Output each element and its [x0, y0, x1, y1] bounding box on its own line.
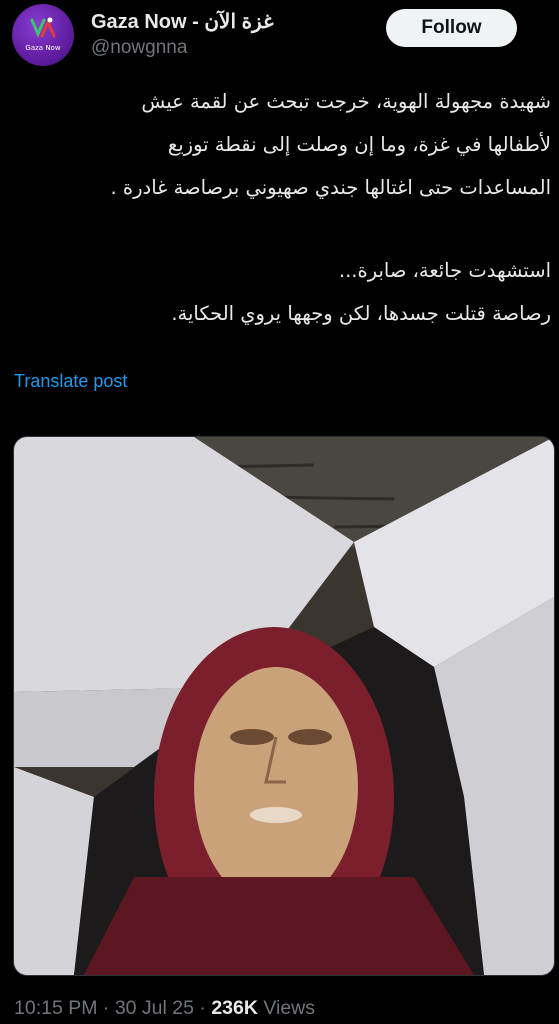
- follow-button[interactable]: Follow: [386, 9, 517, 47]
- avatar-logo-text: Gaza Now: [25, 44, 61, 52]
- meta-separator: ·: [97, 997, 115, 1019]
- post-line: رصاصة قتلت جسدها، لكن وجهها يروي الحكاية…: [171, 302, 551, 325]
- photo-illustration: [14, 437, 554, 975]
- account-handle[interactable]: @nowgnna: [91, 37, 187, 59]
- post-time[interactable]: 10:15 PM: [14, 997, 97, 1019]
- post-image[interactable]: [13, 436, 555, 976]
- views-label: Views: [257, 997, 316, 1019]
- display-name[interactable]: Gaza Now - غزة الآن: [91, 9, 274, 34]
- gaza-now-logo-icon: [30, 17, 56, 38]
- post-text: شهيدة مجهولة الهوية، خرجت تبحث عن لقمة ع…: [11, 80, 551, 335]
- translate-post-link[interactable]: Translate post: [14, 371, 127, 392]
- avatar[interactable]: Gaza Now: [12, 4, 74, 66]
- post-line: استشهدت جائعة، صابرة...: [338, 259, 551, 282]
- post-line: شهيدة مجهولة الهوية، خرجت تبحث عن لقمة ع…: [141, 90, 551, 113]
- post-header: Gaza Now Gaza Now - غزة الآن @nowgnna Fo…: [0, 0, 559, 70]
- views-count[interactable]: 236K: [211, 997, 258, 1019]
- post-line: المساعدات حتى اغتالها جندي صهيوني برصاصة…: [110, 176, 551, 199]
- post-meta: 10:15 PM · 30 Jul 25 · 236K Views: [14, 997, 315, 1020]
- meta-separator: ·: [193, 997, 212, 1019]
- post-line: لأطفالها في غزة، وما إن وصلت إلى نقطة تو…: [167, 133, 551, 156]
- post-date[interactable]: 30 Jul 25: [115, 997, 194, 1019]
